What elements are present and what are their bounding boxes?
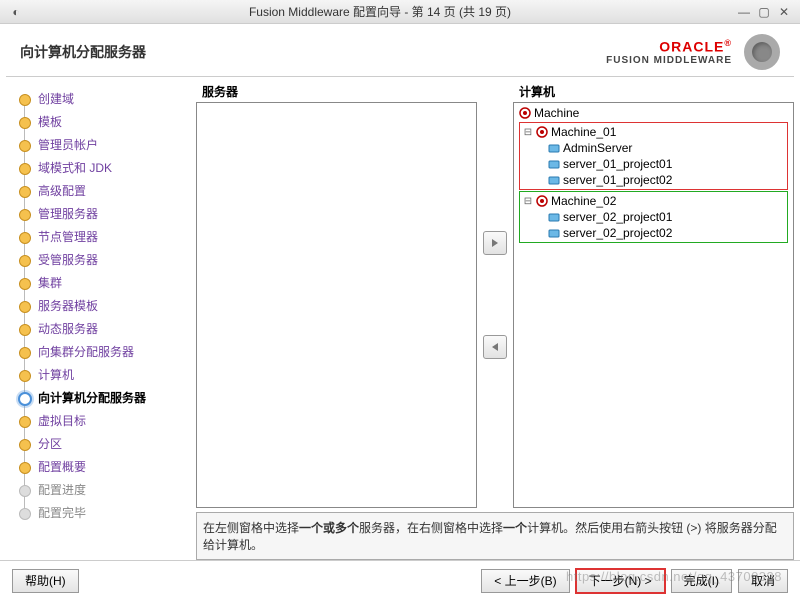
machine-01-label: Machine_01 [551,125,616,139]
step-11[interactable]: 向集群分配服务器 [12,340,196,363]
expand-icon[interactable]: ⊟ [523,196,533,207]
chevron-right-icon [490,238,500,248]
step-1[interactable]: 模板 [12,110,196,133]
server-node[interactable]: server_02_project02 [521,225,786,241]
step-5[interactable]: 管理服务器 [12,202,196,225]
minimize-button[interactable]: — [734,5,754,19]
server-icon [547,210,561,224]
assign-left-button[interactable] [483,335,507,359]
finish-button[interactable]: 完成(I) [671,569,732,593]
brand-text: ORACLE® [606,38,732,55]
transfer-buttons [479,81,511,508]
step-6[interactable]: 节点管理器 [12,225,196,248]
step-list: 创建域模板管理员帐户域模式和 JDK高级配置管理服务器节点管理器受管服务器集群服… [12,87,196,524]
step-8[interactable]: 集群 [12,271,196,294]
machine-icon [518,106,532,120]
tree-root-label: Machine [534,106,579,120]
brand-subtext: FUSION MIDDLEWARE [606,55,732,66]
cancel-button[interactable]: 取消 [738,569,788,593]
machine-01-node[interactable]: ⊟ Machine_01 [521,124,786,140]
step-4[interactable]: 高级配置 [12,179,196,202]
window-title: Fusion Middleware 配置向导 - 第 14 页 (共 19 页) [26,3,734,20]
step-18: 配置完毕 [12,501,196,524]
wizard-window: ◐ Fusion Middleware 配置向导 - 第 14 页 (共 19 … [0,0,800,600]
server-node[interactable]: server_01_project01 [521,156,786,172]
server-icon [547,157,561,171]
main-area: 创建域模板管理员帐户域模式和 JDK高级配置管理服务器节点管理器受管服务器集群服… [0,77,800,560]
chevron-left-icon [490,342,500,352]
brand-block: ORACLE® FUSION MIDDLEWARE [606,38,732,66]
footer: 帮助(H) < 上一步(B) 下一步(N) > 完成(I) 取消 [0,560,800,600]
help-button[interactable]: 帮助(H) [12,569,79,593]
step-16[interactable]: 配置概要 [12,455,196,478]
machines-panel-title: 计算机 [513,81,794,102]
server-icon [547,141,561,155]
step-9[interactable]: 服务器模板 [12,294,196,317]
step-13[interactable]: 向计算机分配服务器 [12,386,196,409]
machine-icon [535,194,549,208]
assign-right-button[interactable] [483,231,507,255]
step-7[interactable]: 受管服务器 [12,248,196,271]
step-2[interactable]: 管理员帐户 [12,133,196,156]
server-node[interactable]: server_01_project02 [521,172,786,188]
instruction-text: 在左侧窗格中选择一个或多个服务器，在右侧窗格中选择一个计算机。然后使用右箭头按钮… [196,512,794,560]
step-15[interactable]: 分区 [12,432,196,455]
page-title: 向计算机分配服务器 [20,42,606,62]
server-icon [547,173,561,187]
servers-panel: 服务器 [196,81,477,508]
back-button[interactable]: < 上一步(B) [481,569,569,593]
machines-panel: 计算机 Machine ⊟ Machine_01 [513,81,794,508]
step-12[interactable]: 计算机 [12,363,196,386]
step-3[interactable]: 域模式和 JDK [12,156,196,179]
servers-panel-body[interactable] [196,102,477,508]
brand-ring-icon [744,34,780,70]
maximize-button[interactable]: ▢ [754,5,774,19]
header-row: 向计算机分配服务器 ORACLE® FUSION MIDDLEWARE [0,24,800,76]
machine-01-group: ⊟ Machine_01 AdminServer server_01_proje… [519,122,788,190]
step-17: 配置进度 [12,478,196,501]
machine-02-group: ⊟ Machine_02 server_02_project01 server_… [519,191,788,243]
step-10[interactable]: 动态服务器 [12,317,196,340]
machine-02-node[interactable]: ⊟ Machine_02 [521,193,786,209]
app-menu-icon[interactable]: ◐ [6,5,26,19]
close-button[interactable]: ✕ [774,5,794,19]
machine-icon [535,125,549,139]
server-node[interactable]: AdminServer [521,140,786,156]
next-button[interactable]: 下一步(N) > [576,569,665,593]
server-icon [547,226,561,240]
machine-02-label: Machine_02 [551,194,616,208]
server-node[interactable]: server_02_project01 [521,209,786,225]
titlebar: ◐ Fusion Middleware 配置向导 - 第 14 页 (共 19 … [0,0,800,24]
panel-row: 服务器 计算机 [196,81,794,508]
machines-panel-body[interactable]: Machine ⊟ Machine_01 AdminServer server_… [513,102,794,508]
panels: 服务器 计算机 [196,81,794,560]
step-14[interactable]: 虚拟目标 [12,409,196,432]
tree-root[interactable]: Machine [516,105,791,121]
step-0[interactable]: 创建域 [12,87,196,110]
servers-panel-title: 服务器 [196,81,477,102]
expand-icon[interactable]: ⊟ [523,127,533,138]
content-area: 向计算机分配服务器 ORACLE® FUSION MIDDLEWARE 创建域模… [0,24,800,600]
step-sidebar: 创建域模板管理员帐户域模式和 JDK高级配置管理服务器节点管理器受管服务器集群服… [6,81,196,560]
